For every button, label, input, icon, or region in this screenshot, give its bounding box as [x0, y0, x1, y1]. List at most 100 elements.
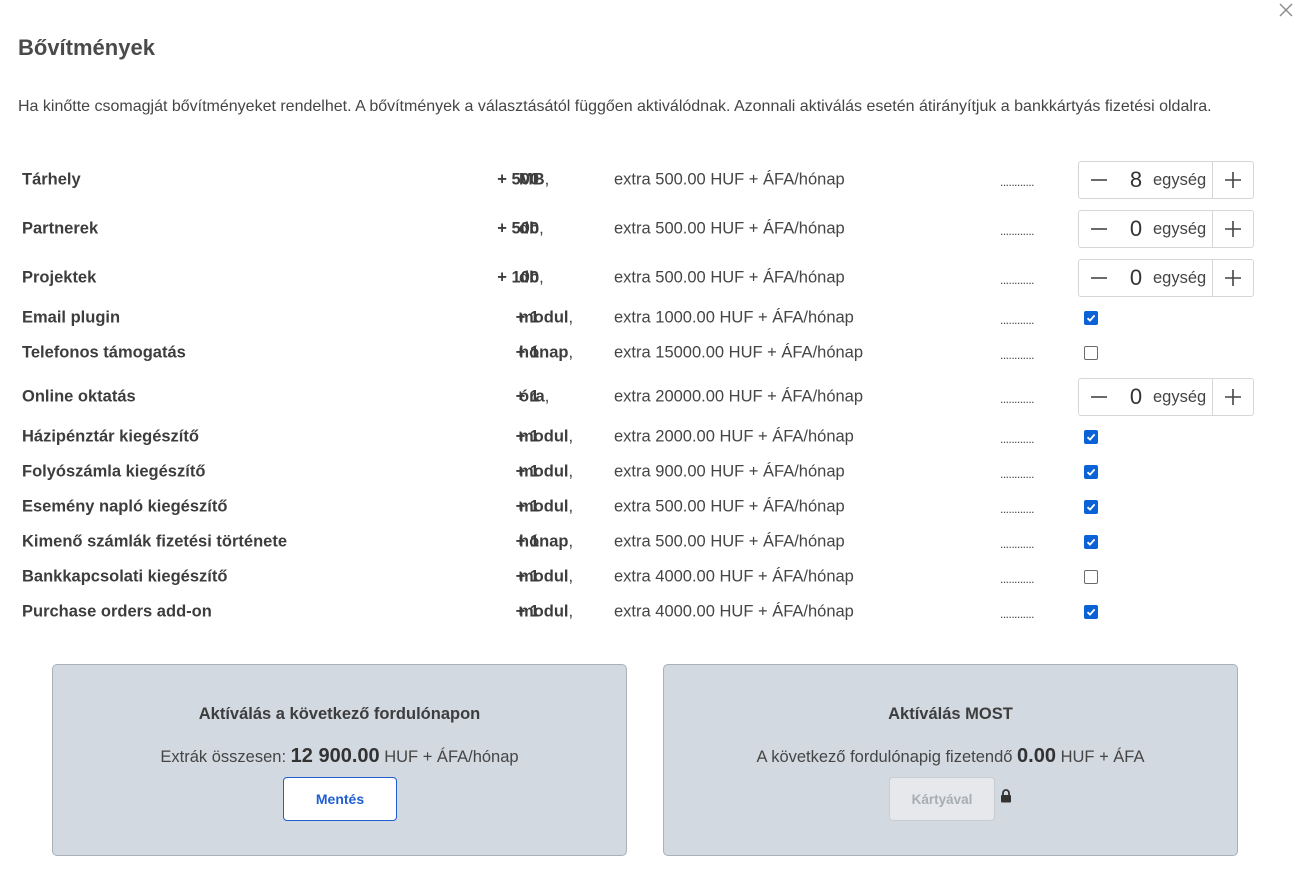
- addon-name: Online oktatás: [22, 387, 136, 406]
- addon-checkbox[interactable]: [1084, 311, 1098, 325]
- addon-name: Partnerek: [22, 219, 99, 238]
- extras-total-label: Extrák összesen:: [160, 748, 287, 766]
- addon-unit-label: modul: [519, 567, 569, 586]
- quantity-stepper[interactable]: 0 egység: [1078, 210, 1254, 248]
- addon-unit: óra,: [519, 387, 550, 406]
- pay-by-card-button[interactable]: Kártyával: [889, 777, 995, 821]
- addon-checkbox[interactable]: [1084, 570, 1098, 584]
- pay-now-label: A következő fordulónapig fizetendő: [756, 748, 1013, 766]
- pay-now-amount: 0.00: [1017, 745, 1056, 767]
- quantity-stepper[interactable]: 8 egység: [1078, 161, 1254, 199]
- decrement-button[interactable]: [1079, 260, 1119, 296]
- addon-unit: db,: [519, 268, 544, 287]
- addon-row: Projektek + 100 db, extra 500.00 HUF + Á…: [0, 259, 1301, 297]
- close-button[interactable]: [1276, 0, 1296, 20]
- checkmark-icon: [1086, 433, 1096, 441]
- activate-now-title: Aktíválás MOST: [888, 705, 1013, 723]
- increment-button[interactable]: [1212, 162, 1253, 198]
- addon-name: Tárhely: [22, 170, 81, 189]
- addon-price: extra 2000.00 HUF + ÁFA/hónap: [614, 427, 854, 446]
- addon-price: extra 1000.00 HUF + ÁFA/hónap: [614, 308, 854, 327]
- pay-now-line: A következő fordulónapig fizetendő 0.00 …: [664, 745, 1237, 768]
- activate-next-title: Aktíválás a következő fordulónapon: [198, 705, 481, 723]
- addon-unit: modul,: [519, 602, 574, 621]
- minus-icon: [1091, 277, 1107, 279]
- addon-row: Purchase orders add-on + 1 modul, extra …: [0, 595, 1301, 629]
- decrement-button[interactable]: [1079, 379, 1119, 415]
- minus-icon: [1091, 228, 1107, 230]
- addon-checkbox[interactable]: [1084, 535, 1098, 549]
- checkmark-icon: [1086, 608, 1096, 616]
- addon-qty-prefix: +: [497, 170, 507, 189]
- quantity-unit: egység: [1153, 219, 1207, 238]
- addon-unit-label: modul: [519, 602, 569, 621]
- increment-button[interactable]: [1212, 260, 1253, 296]
- save-button[interactable]: Mentés: [283, 777, 397, 821]
- addon-unit: modul,: [519, 497, 574, 516]
- addon-unit: modul,: [519, 462, 574, 481]
- addon-checkbox[interactable]: [1084, 605, 1098, 619]
- quantity-stepper[interactable]: 0 egység: [1078, 259, 1254, 297]
- addon-unit-label: modul: [519, 427, 569, 446]
- addon-dots: ............: [1000, 224, 1035, 238]
- addon-row: Telefonos támogatás + 1 hónap, extra 150…: [0, 336, 1301, 370]
- addon-unit-label: modul: [519, 497, 569, 516]
- activate-now-panel: Aktíválás MOST A következő fordulónapig …: [663, 664, 1238, 856]
- addon-unit-label: MB: [519, 170, 545, 189]
- extras-total-line: Extrák összesen: 12 900.00 HUF + ÁFA/hón…: [53, 745, 626, 768]
- addon-unit-label: hónap: [519, 532, 569, 551]
- addon-dots: ............: [1000, 467, 1035, 481]
- addon-price: extra 500.00 HUF + ÁFA/hónap: [614, 170, 845, 189]
- addon-checkbox[interactable]: [1084, 430, 1098, 444]
- decrement-button[interactable]: [1079, 211, 1119, 247]
- addon-dots: ............: [1000, 572, 1035, 586]
- addon-checkbox[interactable]: [1084, 500, 1098, 514]
- decrement-button[interactable]: [1079, 162, 1119, 198]
- addon-name: Házipénztár kiegészítő: [22, 427, 199, 446]
- addon-price: extra 500.00 HUF + ÁFA/hónap: [614, 219, 845, 238]
- plus-icon: [1225, 221, 1241, 237]
- quantity-value[interactable]: 0: [1119, 265, 1153, 291]
- addon-checkbox[interactable]: [1084, 465, 1098, 479]
- quantity-value[interactable]: 0: [1119, 384, 1153, 410]
- addon-row: Házipénztár kiegészítő + 1 modul, extra …: [0, 420, 1301, 454]
- addon-row: Bankkapcsolati kiegészítő + 1 modul, ext…: [0, 560, 1301, 594]
- addon-price: extra 900.00 HUF + ÁFA/hónap: [614, 462, 845, 481]
- increment-button[interactable]: [1212, 211, 1253, 247]
- pay-now-suffix: HUF + ÁFA: [1060, 748, 1145, 766]
- addon-checkbox[interactable]: [1084, 346, 1098, 360]
- addon-name: Purchase orders add-on: [22, 602, 212, 621]
- addon-row: Tárhely + 500 MB, extra 500.00 HUF + ÁFA…: [0, 161, 1301, 199]
- quantity-unit: egység: [1153, 268, 1207, 287]
- addon-row: Email plugin + 1 modul, extra 1000.00 HU…: [0, 301, 1301, 335]
- addon-row: Online oktatás + 1 óra, extra 20000.00 H…: [0, 378, 1301, 416]
- quantity-stepper[interactable]: 0 egység: [1078, 378, 1254, 416]
- addon-dots: ............: [1000, 392, 1035, 406]
- plus-icon: [1225, 270, 1241, 286]
- checkmark-icon: [1086, 468, 1096, 476]
- addon-row: Partnerek + 500 db, extra 500.00 HUF + Á…: [0, 210, 1301, 248]
- extras-total-suffix: HUF + ÁFA/hónap: [384, 748, 519, 766]
- addon-price: extra 500.00 HUF + ÁFA/hónap: [614, 532, 845, 551]
- addon-dots: ............: [1000, 348, 1035, 362]
- addon-unit: MB,: [519, 170, 550, 189]
- dialog-title: Bővítmények: [18, 35, 155, 60]
- addon-dots: ............: [1000, 502, 1035, 516]
- addon-unit-label: óra: [519, 387, 545, 406]
- addon-unit-label: db: [519, 268, 540, 287]
- quantity-value[interactable]: 0: [1119, 216, 1153, 242]
- checkmark-icon: [1086, 314, 1096, 322]
- lock-icon: [1001, 789, 1011, 803]
- checkmark-icon: [1086, 538, 1096, 546]
- addon-unit: hónap,: [519, 343, 574, 362]
- quantity-value[interactable]: 8: [1119, 167, 1153, 193]
- close-icon[interactable]: [1276, 0, 1296, 20]
- addon-row: Kimenő számlák fizetési története + 1 hó…: [0, 525, 1301, 559]
- addon-qty-prefix: +: [497, 268, 507, 287]
- minus-icon: [1091, 179, 1107, 181]
- increment-button[interactable]: [1212, 379, 1253, 415]
- addon-row: Esemény napló kiegészítő + 1 modul, extr…: [0, 490, 1301, 524]
- addon-unit: modul,: [519, 308, 574, 327]
- addon-dots: ............: [1000, 175, 1035, 189]
- addon-name: Bankkapcsolati kiegészítő: [22, 567, 228, 586]
